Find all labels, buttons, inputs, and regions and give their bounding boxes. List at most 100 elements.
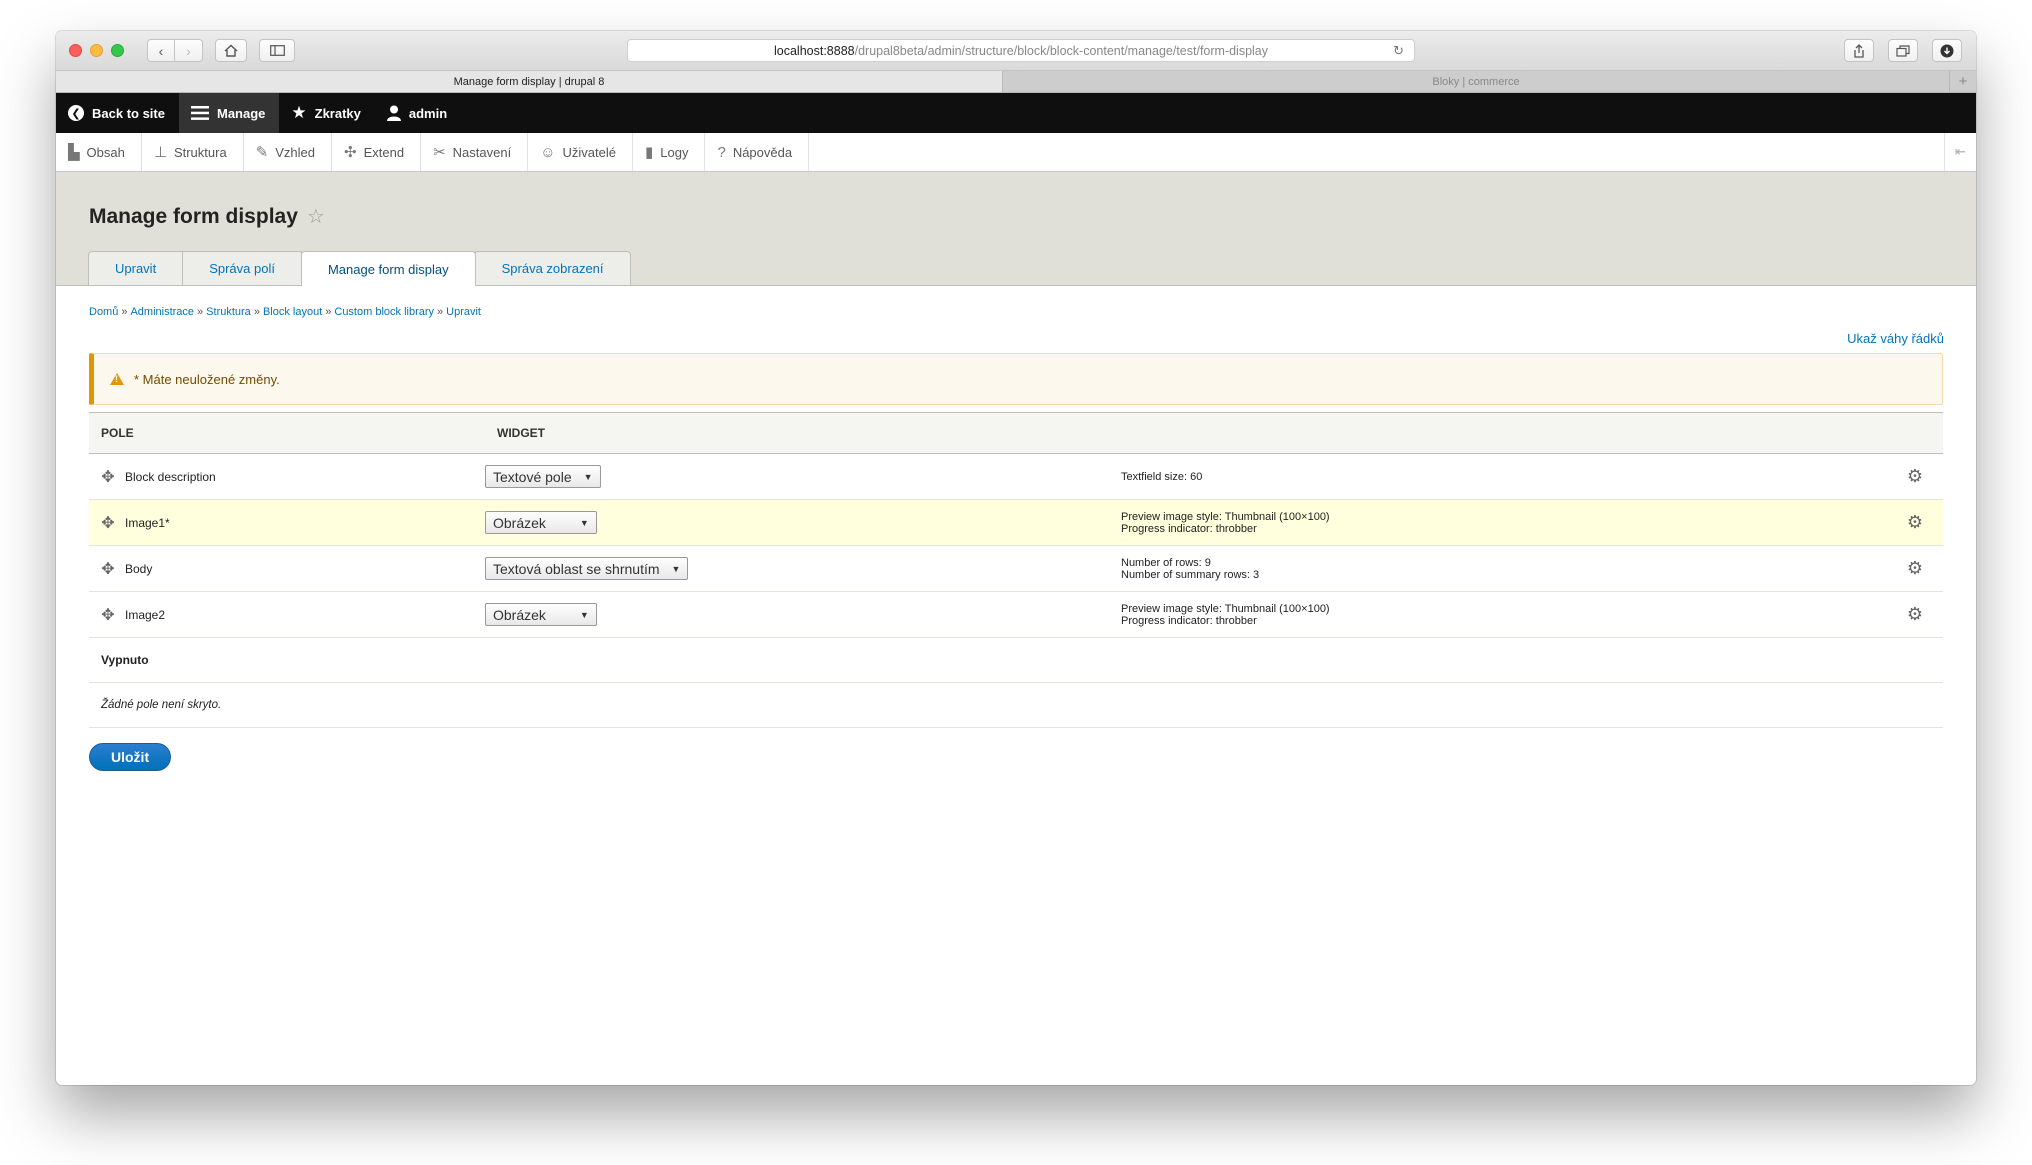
table-row: ✥ Body Textová oblast se shrnutím ▼ Number… <box>89 545 1943 592</box>
column-header-summary <box>1121 412 1883 454</box>
drag-handle-icon[interactable]: ✥ <box>101 513 115 533</box>
region-empty-message: Žádné pole není skryto. <box>89 682 1943 728</box>
back-button[interactable]: ‹ <box>147 39 175 62</box>
widget-select[interactable]: Obrázek ▼ <box>485 511 597 534</box>
minimize-window-button[interactable] <box>90 44 103 57</box>
downloads-button[interactable] <box>1932 39 1962 62</box>
summary-line: Textfield size: 60 <box>1121 470 1203 483</box>
gear-icon[interactable]: ⚙ <box>1907 466 1923 486</box>
breadcrumb-separator: » <box>121 306 128 318</box>
gear-icon[interactable]: ⚙ <box>1907 604 1923 624</box>
chevron-left-icon: ‹ <box>158 42 164 59</box>
reload-icon[interactable]: ↻ <box>1393 43 1404 59</box>
tray-item-napoveda[interactable]: ? Nápověda <box>705 133 810 171</box>
tray-item-label: Extend <box>363 144 405 160</box>
user-icon <box>386 105 401 121</box>
shortcuts-toolbar-tab[interactable]: ★ Zkratky <box>279 93 375 133</box>
page-header: Manage form display ☆ Upravit Správa pol… <box>56 172 1976 286</box>
widget-summary: Number of rows: 9 Number of summary rows:… <box>1121 545 1883 592</box>
url-path: /drupal8beta/admin/structure/block/block… <box>854 43 1269 58</box>
chevron-right-icon: › <box>186 42 191 59</box>
tray-orientation-toggle[interactable]: ⇤ <box>1944 133 1976 171</box>
field-label: Image1* <box>125 515 170 530</box>
widget-select[interactable]: Obrázek ▼ <box>485 603 597 626</box>
tab-sprava-poli[interactable]: Správa polí <box>182 251 302 285</box>
sidebar-toggle-button[interactable] <box>259 39 295 62</box>
region-title: Vypnuto <box>89 637 1943 683</box>
document-icon: ▙ <box>68 144 80 161</box>
main-content: Domů» Administrace» Struktura» Block layout… <box>56 286 1976 771</box>
back-to-site-link[interactable]: ❮ Back to site <box>56 93 179 133</box>
user-label: admin <box>408 105 448 121</box>
tab-label: Upravit <box>115 261 157 276</box>
help-icon: ? <box>717 143 726 161</box>
home-icon <box>224 44 238 57</box>
close-window-button[interactable] <box>69 44 82 57</box>
tab-upravit[interactable]: Upravit <box>88 251 184 285</box>
caret-down-icon: ▼ <box>583 471 593 482</box>
tabs-overview-button[interactable] <box>1888 39 1918 62</box>
widget-summary: Preview image style: Thumbnail (100×100)… <box>1121 591 1883 638</box>
browser-actions <box>1844 39 1962 62</box>
tab-label: Správa zobrazení <box>501 261 604 276</box>
summary-line: Number of summary rows: 3 <box>1121 568 1260 581</box>
breadcrumb-link[interactable]: Upravit <box>446 306 481 318</box>
manage-toolbar-tab[interactable]: Manage <box>178 93 280 133</box>
drag-handle-icon[interactable]: ✥ <box>101 605 115 625</box>
share-button[interactable] <box>1844 39 1874 62</box>
back-to-site-label: Back to site <box>92 105 165 121</box>
browser-tab[interactable]: Bloky | commerce <box>1003 71 1950 92</box>
star-icon: ★ <box>291 103 307 122</box>
browser-tab[interactable]: Manage form display | drupal 8 <box>56 71 1003 92</box>
gear-icon[interactable]: ⚙ <box>1907 512 1923 532</box>
widget-select[interactable]: Textové pole ▼ <box>485 465 601 488</box>
tray-item-uzivatele[interactable]: ☺ Uživatelé <box>528 133 633 171</box>
admin-toolbar: ❮ Back to site Manage ★ Zkratky admin <box>56 93 1976 133</box>
widget-summary: Preview image style: Thumbnail (100×100)… <box>1121 499 1883 546</box>
summary-line: Progress indicator: throbber <box>1121 614 1257 627</box>
breadcrumb-link[interactable]: Domů <box>89 306 118 318</box>
download-icon <box>1940 44 1954 57</box>
page-title-text: Manage form display <box>89 204 298 228</box>
user-toolbar-tab[interactable]: admin <box>375 93 461 133</box>
summary-line: Progress indicator: throbber <box>1121 522 1257 535</box>
widget-select[interactable]: Textová oblast se shrnutím ▼ <box>485 557 689 580</box>
tray-item-struktura[interactable]: ⊥ Struktura <box>142 133 244 171</box>
tray-item-obsah[interactable]: ▙ Obsah <box>56 133 142 171</box>
widget-summary: Textfield size: 60 <box>1121 453 1883 500</box>
tray-item-extend[interactable]: ✣ Extend <box>332 133 422 171</box>
browser-titlebar: ‹ › localhost:8888/drupal8beta/admin/str… <box>56 31 1976 71</box>
home-button[interactable] <box>215 39 247 62</box>
new-tab-button[interactable]: + <box>1950 71 1976 92</box>
tray-item-vzhled[interactable]: ✎ Vzhled <box>244 133 333 171</box>
tray-item-label: Nápověda <box>732 144 793 160</box>
manage-label: Manage <box>216 105 266 121</box>
arrow-left-circle-icon: ❮ <box>68 105 84 121</box>
breadcrumb-link[interactable]: Struktura <box>206 306 251 318</box>
field-label: Body <box>125 561 153 576</box>
breadcrumb-link[interactable]: Custom block library <box>334 306 434 318</box>
tray-item-logy[interactable]: ▮ Logy <box>633 133 706 171</box>
breadcrumb-link[interactable]: Block layout <box>263 306 322 318</box>
primary-tabs: Upravit Správa polí Manage form display … <box>88 251 631 286</box>
tab-manage-form-display[interactable]: Manage form display <box>300 251 476 286</box>
breadcrumb-link[interactable]: Administrace <box>130 306 194 318</box>
url-host: localhost:8888 <box>773 43 855 58</box>
warning-text: * Máte neuložené změny. <box>134 371 280 387</box>
tab-sprava-zobrazeni[interactable]: Správa zobrazení <box>474 251 631 285</box>
structure-icon: ⊥ <box>153 144 167 161</box>
drag-handle-icon[interactable]: ✥ <box>101 559 115 579</box>
forward-button[interactable]: › <box>175 39 203 62</box>
bar-chart-icon: ▮ <box>645 144 654 161</box>
drag-handle-icon[interactable]: ✥ <box>101 467 115 487</box>
save-button[interactable]: Uložit <box>89 743 172 771</box>
shortcut-star-icon[interactable]: ☆ <box>307 204 325 229</box>
gear-icon[interactable]: ⚙ <box>1907 558 1923 578</box>
people-icon: ☺ <box>540 143 556 161</box>
table-row: ✥ Image1* Obrázek ▼ Preview image style: T… <box>89 499 1943 546</box>
tray-item-nastaveni[interactable]: ✂ Nastavení <box>421 133 529 171</box>
zoom-window-button[interactable] <box>111 44 124 57</box>
table-header-row: POLE WIDGET <box>89 412 1943 454</box>
address-bar[interactable]: localhost:8888/drupal8beta/admin/structu… <box>627 39 1415 62</box>
show-row-weights-link[interactable]: Ukaž váhy řádků <box>1847 331 1944 346</box>
